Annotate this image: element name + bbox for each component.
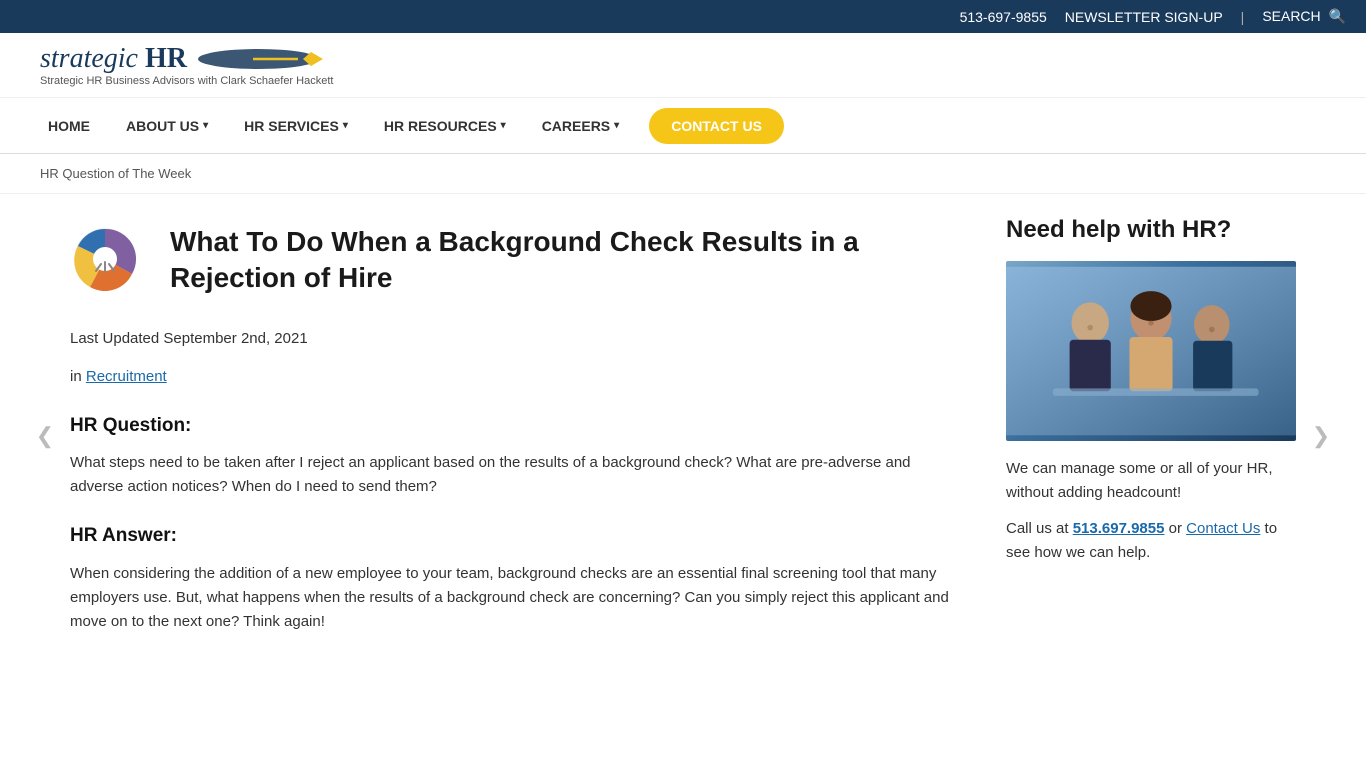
answer-body: When considering the addition of a new e…: [70, 562, 966, 634]
top-phone: 513-697-9855: [960, 9, 1047, 25]
next-arrow[interactable]: ❯: [1306, 214, 1336, 658]
nav-contact-us[interactable]: CONTACT US: [649, 108, 784, 144]
logo[interactable]: strategic HR Strategic HR Business Advis…: [40, 43, 333, 87]
logo-arrow-graphic: [193, 45, 323, 73]
nav-home[interactable]: HOME: [30, 98, 108, 154]
site-header: strategic HR Strategic HR Business Advis…: [0, 33, 1366, 98]
nav-careers[interactable]: CAREERS ▾: [524, 98, 638, 154]
chevron-down-icon: ▾: [501, 120, 506, 131]
article-title: What To Do When a Background Check Resul…: [170, 224, 966, 297]
article: What To Do When a Background Check Resul…: [60, 214, 996, 658]
sidebar-body-text: We can manage some or all of your HR, wi…: [1006, 457, 1296, 505]
newsletter-link[interactable]: NEWSLETTER SIGN-UP: [1065, 9, 1223, 25]
article-category-link[interactable]: Recruitment: [86, 368, 167, 385]
main-content: ❮: [0, 194, 1366, 678]
article-category-line: in Recruitment: [70, 365, 966, 389]
sidebar-title: Need help with HR?: [1006, 214, 1296, 245]
search-icon: 🔍: [1329, 8, 1346, 24]
chevron-down-icon: ▾: [343, 120, 348, 131]
top-divider: |: [1241, 9, 1245, 25]
sidebar-contact-text: Call us at 513.697.9855 or Contact Us to…: [1006, 517, 1296, 565]
article-title-area: What To Do When a Background Check Resul…: [170, 224, 966, 309]
chevron-down-icon: ▾: [614, 120, 619, 131]
chevron-down-icon: ▾: [203, 120, 208, 131]
breadcrumb: HR Question of The Week: [0, 154, 1366, 194]
search-link[interactable]: SEARCH 🔍: [1262, 8, 1346, 25]
article-date: Last Updated September 2nd, 2021: [70, 327, 966, 351]
nav-about[interactable]: ABOUT US ▾: [108, 98, 226, 154]
nav-hr-resources[interactable]: HR RESOURCES ▾: [366, 98, 524, 154]
article-header: What To Do When a Background Check Resul…: [70, 224, 966, 309]
main-nav: HOME ABOUT US ▾ HR SERVICES ▾ HR RESOURC…: [0, 98, 1366, 154]
prev-arrow[interactable]: ❮: [30, 214, 60, 658]
article-category-icon: [70, 224, 150, 304]
article-body: Last Updated September 2nd, 2021 in Recr…: [70, 327, 966, 634]
sidebar: Need help with HR?: [996, 214, 1306, 658]
sidebar-image: [1006, 261, 1296, 441]
answer-heading: HR Answer:: [70, 521, 966, 551]
nav-hr-services[interactable]: HR SERVICES ▾: [226, 98, 366, 154]
sidebar-body: We can manage some or all of your HR, wi…: [1006, 457, 1296, 565]
question-heading: HR Question:: [70, 411, 966, 441]
top-bar: 513-697-9855 NEWSLETTER SIGN-UP | SEARCH…: [0, 0, 1366, 33]
logo-text: strategic HR: [40, 43, 187, 75]
logo-subtitle: Strategic HR Business Advisors with Clar…: [40, 75, 333, 87]
question-body: What steps need to be taken after I reje…: [70, 451, 966, 499]
